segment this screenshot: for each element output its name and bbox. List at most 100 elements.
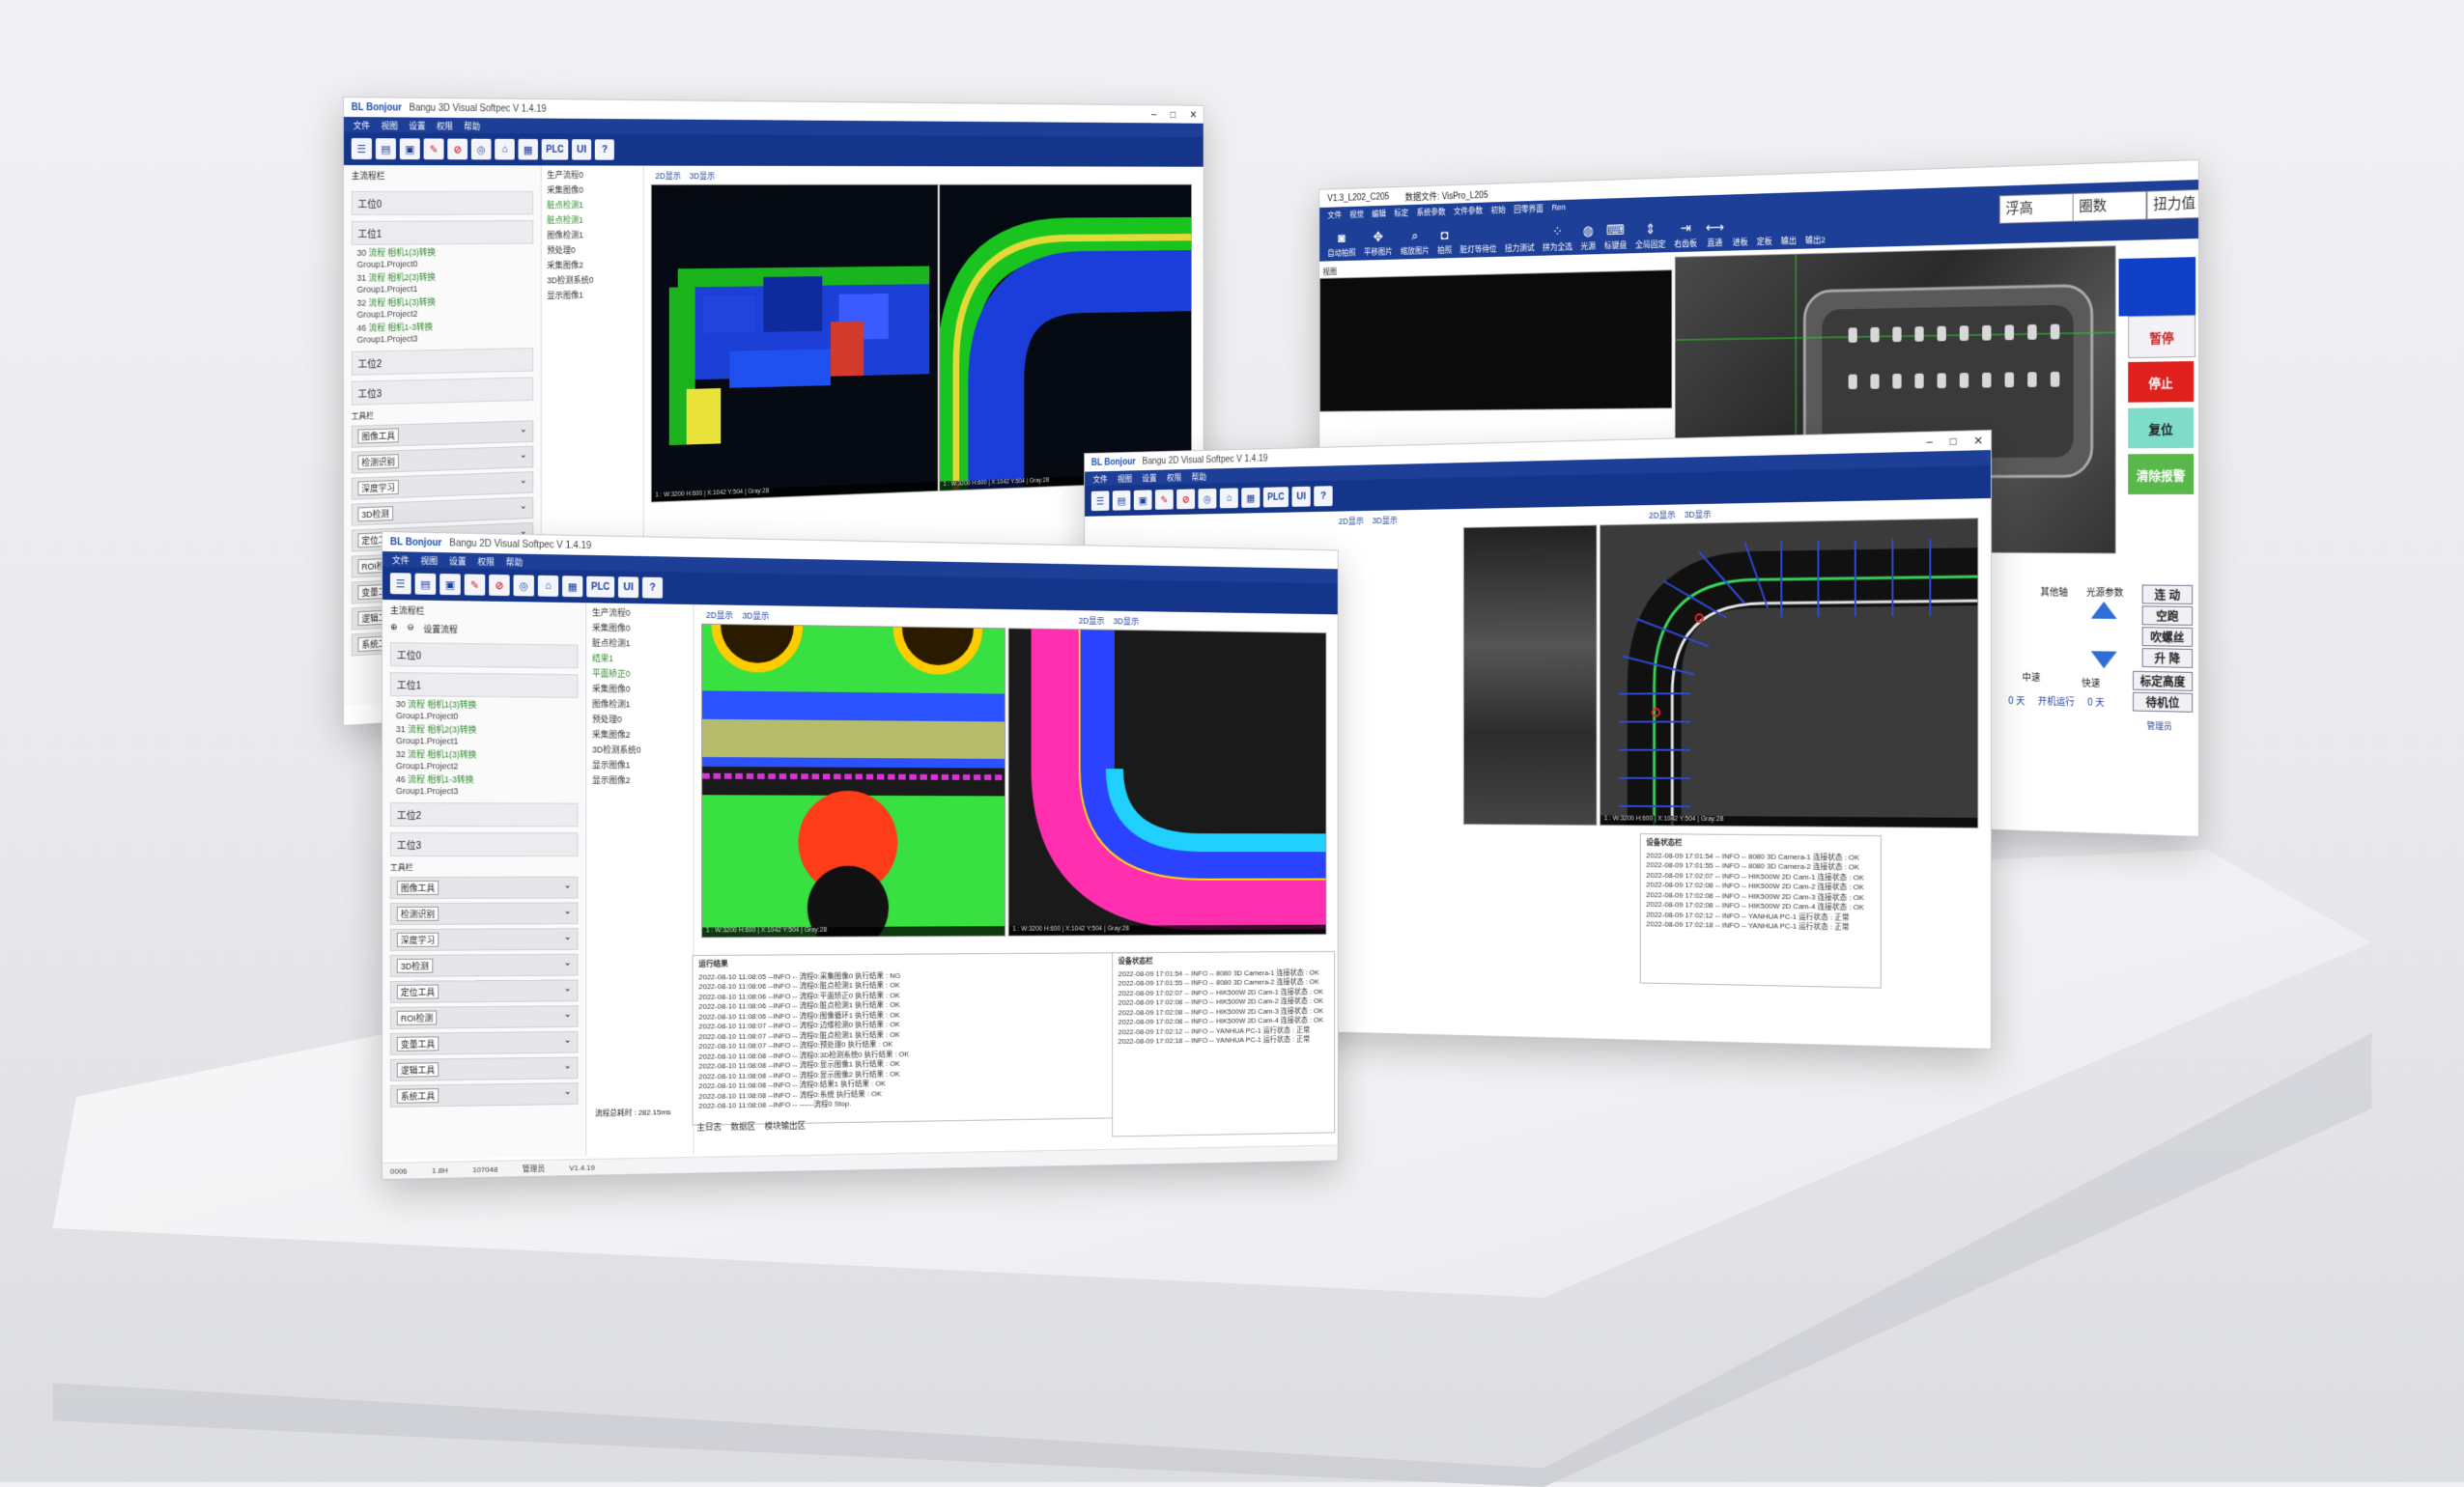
menu-item[interactable]: 文件 — [1327, 209, 1342, 220]
tool-system[interactable]: 系统工具⌄ — [390, 1082, 579, 1108]
open-folder-icon[interactable]: ▤ — [376, 138, 396, 159]
plc-button[interactable]: PLC — [1263, 487, 1289, 507]
menu-view[interactable]: 视图 — [421, 553, 439, 566]
station-1[interactable]: 工位1 — [390, 672, 579, 698]
station-3[interactable]: 工位3 — [390, 832, 579, 856]
menu-file[interactable]: 文件 — [392, 553, 410, 566]
maximize-icon[interactable]: □ — [1950, 435, 1957, 448]
feed-button[interactable]: 进板 — [1733, 236, 1748, 248]
plc-button[interactable]: PLC — [586, 576, 614, 598]
help-icon[interactable]: ? — [642, 577, 663, 599]
keyboard-button[interactable]: ⌨标键盘 — [1604, 222, 1627, 251]
list-icon[interactable]: ☰ — [390, 573, 411, 594]
tab-2d[interactable]: 2D显示 — [1079, 614, 1105, 627]
tool-detect[interactable]: 检测识别⌄ — [352, 446, 534, 474]
run-icon[interactable]: ✎ — [465, 574, 486, 595]
tab-2d[interactable]: 2D显示 — [706, 608, 733, 621]
menu-permission[interactable]: 权限 — [1167, 471, 1181, 483]
tab-module-output[interactable]: 模块输出区 — [765, 1119, 806, 1132]
turns-field[interactable]: 圈数 — [2073, 191, 2147, 222]
open-folder-icon[interactable]: ▤ — [415, 574, 437, 595]
home-icon[interactable]: ⌂ — [538, 575, 558, 597]
torque-field[interactable]: 扭力值 — [2147, 189, 2199, 220]
dry-run-button[interactable]: 空跑 — [2142, 605, 2193, 626]
ui-button[interactable]: UI — [618, 576, 638, 598]
photo-button[interactable]: ◘拍照 — [1437, 228, 1452, 256]
tool-image[interactable]: 图像工具⌄ — [352, 420, 534, 447]
maximize-icon[interactable]: □ — [1171, 108, 1176, 121]
tool-deep[interactable]: 深度学习⌄ — [352, 471, 534, 500]
menu-settings[interactable]: 设置 — [409, 119, 425, 131]
station-0[interactable]: 工位0 — [390, 642, 579, 668]
run-icon[interactable]: ✎ — [1155, 490, 1174, 510]
minimize-icon[interactable]: – — [1151, 108, 1156, 121]
menu-view[interactable]: 视图 — [1118, 472, 1132, 484]
close-icon[interactable]: ✕ — [1973, 434, 1983, 447]
tool-deep[interactable]: 深度学习⌄ — [390, 928, 579, 951]
menu-item[interactable]: Ren — [1552, 203, 1566, 212]
flow-node[interactable]: 图像检测1 — [547, 228, 637, 240]
menu-permission[interactable]: 权限 — [437, 119, 453, 131]
plc-button[interactable]: PLC — [542, 139, 569, 160]
tab-3d[interactable]: 3D显示 — [1685, 508, 1712, 520]
list-item[interactable]: 30 流程 相机1(3)转换Group1.Project0 — [396, 698, 573, 722]
pass-button[interactable]: ⟷直通 — [1706, 219, 1724, 248]
chart-icon[interactable]: ▦ — [1241, 488, 1260, 508]
reset-button[interactable]: 复位 — [2128, 407, 2194, 448]
station-2[interactable]: 工位2 — [352, 348, 534, 376]
torque-button[interactable]: 扭力测试 — [1505, 241, 1535, 254]
save-icon[interactable]: ▣ — [400, 138, 420, 159]
blue-indicator-button[interactable] — [2119, 257, 2196, 316]
menu-help[interactable]: 帮助 — [506, 555, 524, 568]
flow-node[interactable]: 3D检测系统0 — [547, 273, 637, 287]
menu-file[interactable]: 文件 — [354, 119, 370, 131]
menu-item[interactable]: 标定 — [1394, 206, 1408, 217]
flow-node[interactable]: 脏点检测1 — [547, 198, 637, 210]
list-item[interactable]: 46 流程 相机1-3转换Group1.Project3 — [357, 320, 528, 346]
calibrate-height-button[interactable]: 标定高度 — [2133, 671, 2193, 691]
tool-3d[interactable]: 3D检测⌄ — [352, 497, 534, 526]
ui-button[interactable]: UI — [1292, 487, 1311, 507]
tab-main-log[interactable]: 主日志 — [696, 1120, 722, 1133]
blow-screw-button[interactable]: 吹螺丝 — [2142, 627, 2193, 647]
tab-3d[interactable]: 3D显示 — [1114, 615, 1140, 628]
station-1[interactable]: 工位1 — [352, 220, 534, 245]
help-icon[interactable]: ? — [595, 139, 614, 159]
menu-item[interactable]: 视觉 — [1349, 208, 1364, 219]
flow-node[interactable]: 采集图像0 — [592, 682, 688, 695]
fix-plate-button[interactable]: 定板 — [1757, 235, 1772, 247]
help-icon[interactable]: ? — [1314, 486, 1332, 506]
auto-photo-button[interactable]: ◙自动拍照 — [1327, 231, 1355, 259]
flow-node[interactable]: 图像检测1 — [592, 697, 688, 711]
remove-icon[interactable]: ⊖ — [407, 622, 413, 634]
tool-locate[interactable]: 定位工具⌄ — [390, 979, 579, 1002]
lift-button[interactable]: 升 降 — [2142, 648, 2193, 668]
flow-node[interactable]: 脏点检测1 — [592, 636, 688, 650]
menu-settings[interactable]: 设置 — [1142, 471, 1156, 483]
camera-icon[interactable]: ◎ — [1198, 489, 1216, 509]
flow-node[interactable]: 3D检测系统0 — [592, 744, 688, 756]
tab-3d[interactable]: 3D显示 — [1373, 514, 1398, 526]
menu-file[interactable]: 文件 — [1092, 472, 1107, 484]
tab-3d[interactable]: 3D显示 — [690, 170, 715, 182]
menu-item[interactable]: 编辑 — [1372, 207, 1386, 218]
list-item[interactable]: 46 流程 相机1-3转换Group1.Project3 — [396, 773, 573, 798]
flow-node[interactable]: 结果1 — [592, 652, 688, 665]
jog-up-arrow[interactable] — [2091, 602, 2117, 619]
flow-node[interactable]: 脏点检测1 — [547, 213, 637, 226]
menu-help[interactable]: 帮助 — [464, 119, 480, 131]
list-icon[interactable]: ☰ — [1091, 491, 1110, 511]
list-item[interactable]: 30 流程 相机1(3)转换Group1.Project0 — [357, 246, 528, 270]
tab-2d[interactable]: 2D显示 — [655, 169, 680, 182]
flow-node[interactable]: 显示图像1 — [547, 288, 637, 301]
minimize-icon[interactable]: – — [1926, 435, 1933, 449]
list-item[interactable]: 31 流程 相机2(3)转换Group1.Project1 — [396, 723, 573, 747]
clear-alarm-button[interactable]: 清除报警 — [2128, 454, 2194, 494]
flow-node[interactable]: 采集图像2 — [592, 728, 688, 742]
add-icon[interactable]: ⊕ — [390, 622, 397, 634]
pan-button[interactable]: ✥平移图片 — [1364, 229, 1393, 257]
tool-image[interactable]: 图像工具⌄ — [390, 877, 579, 899]
list-item[interactable]: 31 流程 相机2(3)转换Group1.Project1 — [357, 270, 528, 295]
open-folder-icon[interactable]: ▤ — [1113, 491, 1131, 511]
flow-node[interactable]: 采集图像2 — [547, 258, 637, 271]
